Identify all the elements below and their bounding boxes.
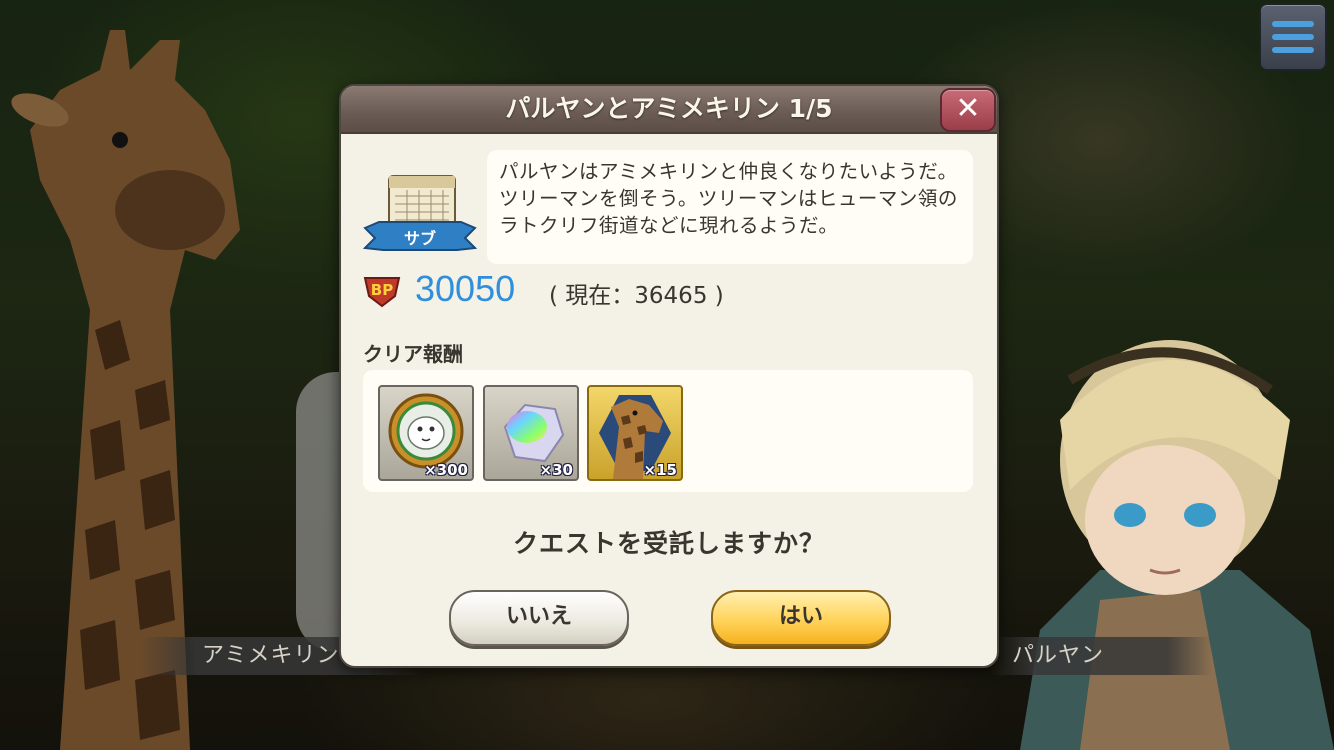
quest-description-box: パルヤンはアミメキリンと仲良くなりたいようだ。ツリーマンを倒そう。ツリーマンはヒ… — [487, 150, 973, 264]
reward-label: クリア報酬 — [363, 342, 463, 366]
reward-item-giraffe-portrait[interactable]: ×15 — [587, 385, 683, 481]
no-button[interactable]: いいえ — [449, 590, 629, 646]
reward-quantity: ×300 — [424, 461, 468, 479]
hamburger-menu-icon — [1272, 21, 1314, 27]
quest-dialog: パルヤンとアミメキリン 1/5 ✕ サブ パルヤンはアミメキリンと仲良くなりたい… — [339, 84, 999, 668]
bp-label: BP — [371, 281, 393, 299]
elf-character — [1020, 340, 1334, 750]
reward-quantity: ×30 — [539, 461, 573, 479]
reward-list: ×300 ×30 ×15 — [363, 370, 973, 492]
hamburger-menu-button[interactable] — [1259, 3, 1327, 71]
quest-description: パルヤンはアミメキリンと仲良くなりたいようだ。ツリーマンを倒そう。ツリーマンはヒ… — [499, 160, 958, 237]
reward-quantity: ×15 — [643, 461, 677, 479]
yes-button[interactable]: はい — [711, 590, 891, 646]
sub-quest-calendar-icon: サブ — [362, 175, 478, 251]
accept-question: クエストを受託しますか？ — [512, 529, 825, 558]
sub-badge-label: サブ — [404, 229, 436, 248]
right-character-nameplate: パルヤン — [990, 637, 1212, 675]
bp-badge-icon: BP — [363, 277, 401, 308]
dialog-title: パルヤンとアミメキリン 1/5 — [505, 94, 833, 123]
bp-current-value: ( 現在：36465 ) — [549, 283, 724, 309]
close-button[interactable]: ✕ — [940, 88, 996, 132]
reward-item-rainbow-crystal[interactable]: ×30 — [483, 385, 579, 481]
reward-item-white-tiger-medal[interactable]: ×300 — [378, 385, 474, 481]
close-x-icon: ✕ — [955, 91, 981, 126]
bp-required-value: 30050 — [415, 268, 516, 309]
